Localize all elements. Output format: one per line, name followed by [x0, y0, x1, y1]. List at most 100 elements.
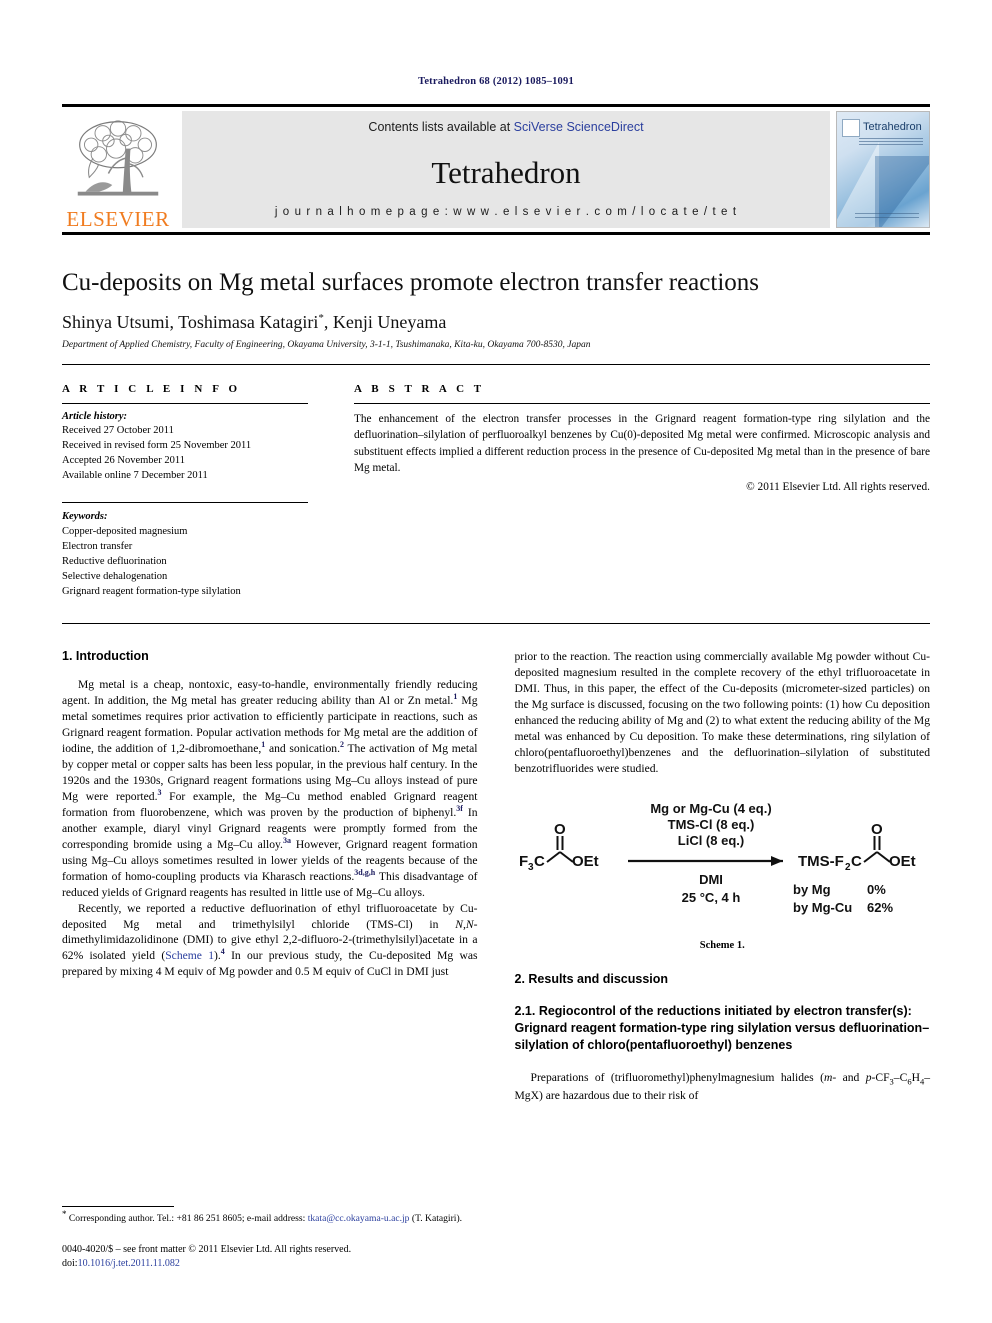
- history-item: Received 27 October 2011: [62, 425, 174, 437]
- keywords-block: Keywords: Copper-deposited magnesium Ele…: [62, 503, 308, 599]
- history-item: Received in revised form 25 November 201…: [62, 440, 252, 452]
- svg-text:OEt: OEt: [889, 853, 916, 870]
- intro-paragraph-2: Recently, we reported a reductive defluo…: [62, 901, 478, 981]
- svg-text:by Mg-Cu: by Mg-Cu: [793, 900, 852, 915]
- abstract-heading: A B S T R A C T: [354, 382, 485, 395]
- right2-text-b: - and: [832, 1070, 866, 1084]
- svg-text:O: O: [554, 821, 566, 838]
- journal-masthead: ELSEVIER Contents lists available at Sci…: [62, 104, 930, 235]
- issn-text: 0040-4020/$ – see front matter © 2011 El…: [62, 1244, 352, 1255]
- authors-tail: , Kenji Uneyama: [323, 311, 447, 332]
- footnote-rule: [62, 1206, 174, 1208]
- svg-text:TMS-F: TMS-F: [798, 853, 844, 870]
- abstract-divider: [62, 623, 930, 625]
- right-paragraph-2: Preparations of (trifluoromethyl)phenylm…: [515, 1070, 931, 1104]
- section-heading-results: 2. Results and discussion: [514, 971, 669, 986]
- scheme-1-figure: F 3 C O OEt Mg or Mg-Cu (4 eq.) TMS-Cl (…: [515, 798, 931, 951]
- journal-cover-thumbnail: Tetrahedron: [836, 111, 930, 228]
- svg-text:OEt: OEt: [572, 853, 599, 870]
- doi-line: doi:10.1016/j.tet.2011.11.082: [62, 1257, 466, 1271]
- masthead-center: Contents lists available at SciVerse Sci…: [182, 111, 830, 228]
- svg-text:C: C: [534, 853, 545, 870]
- svg-text:F: F: [519, 853, 528, 870]
- svg-text:25 °C, 4 h: 25 °C, 4 h: [681, 890, 740, 905]
- svg-text:62%: 62%: [867, 900, 893, 915]
- svg-text:by Mg: by Mg: [793, 882, 831, 897]
- scheme-1-drawing: F 3 C O OEt Mg or Mg-Cu (4 eq.) TMS-Cl (…: [519, 801, 916, 915]
- right2-text-c: -CF: [871, 1070, 890, 1084]
- corresponding-author-note: * Corresponding author. Tel.: +81 86 251…: [62, 1210, 466, 1226]
- contents-lists-line: Contents lists available at SciVerse Sci…: [368, 120, 643, 134]
- cover-footer-lines: [855, 213, 919, 221]
- cover-title: Tetrahedron: [863, 121, 922, 133]
- elsevier-wordmark: ELSEVIER: [66, 207, 170, 231]
- svg-text:O: O: [871, 821, 883, 838]
- left-column: 1. Introduction Mg metal is a cheap, non…: [62, 649, 478, 1103]
- body-columns: 1. Introduction Mg metal is a cheap, non…: [62, 649, 930, 1103]
- paper-page: Tetrahedron 68 (2012) 1085–1091 ELSEVIER…: [0, 0, 992, 1323]
- title-block: Cu-deposits on Mg metal surfaces promote…: [62, 268, 930, 350]
- journal-homepage-line[interactable]: j o u r n a l h o m e p a g e : w w w . …: [275, 206, 737, 218]
- elsevier-tree-icon: [77, 120, 159, 196]
- subsection-heading-2-1: 2.1. Regiocontrol of the reductions init…: [514, 1003, 930, 1052]
- intro-paragraph-1: Mg metal is a cheap, nontoxic, easy-to-h…: [62, 677, 478, 900]
- corresponding-email-link[interactable]: tkata@cc.okayama-u.ac.jp: [308, 1213, 410, 1224]
- section-heading-introduction: 1. Introduction: [62, 649, 149, 664]
- elsevier-badge-icon: [842, 119, 860, 137]
- footnote-zone: * Corresponding author. Tel.: +81 86 251…: [62, 1206, 466, 1271]
- keyword-item: Reductive defluorination: [62, 555, 167, 567]
- authors-main: Shinya Utsumi, Toshimasa Katagiri: [62, 311, 319, 332]
- keyword-item: Grignard reagent formation-type silylati…: [62, 585, 241, 597]
- intro2-text-a: Recently, we reported a reductive defluo…: [62, 901, 478, 931]
- footnote-text-b: (T. Katagiri).: [409, 1213, 463, 1225]
- svg-text:LiCl (8 eq.): LiCl (8 eq.): [677, 833, 743, 848]
- journal-title: Tetrahedron: [431, 154, 581, 190]
- author-list: Shinya Utsumi, Toshimasa Katagiri*, Kenj…: [62, 312, 930, 333]
- title-divider: [62, 363, 930, 365]
- keywords-label: Keywords:: [62, 511, 108, 523]
- intro-text-a: Mg metal is a cheap, nontoxic, easy-to-h…: [62, 678, 478, 708]
- doi-link[interactable]: 10.1016/j.tet.2011.11.082: [78, 1258, 180, 1269]
- right2-text-a: Preparations of (trifluoromethyl)phenylm…: [530, 1070, 824, 1084]
- history-item: Available online 7 December 2011: [62, 470, 208, 482]
- article-info-column: A R T I C L E I N F O Article history: R…: [62, 383, 308, 600]
- ref-marker-3a[interactable]: 3a: [283, 836, 291, 845]
- ref-marker-3dgh[interactable]: 3d,g,h: [354, 868, 375, 877]
- intro2-text-c: ).: [214, 949, 221, 963]
- history-item: Accepted 26 November 2011: [62, 455, 185, 467]
- ref-marker-3f[interactable]: 3f: [456, 804, 463, 813]
- abstract-copyright: © 2011 Elsevier Ltd. All rights reserved…: [746, 480, 930, 493]
- abstract-text: The enhancement of the electron transfer…: [354, 412, 930, 475]
- right-column: prior to the reaction. The reaction usin…: [515, 649, 931, 1103]
- svg-text:Mg or Mg-Cu (4 eq.): Mg or Mg-Cu (4 eq.): [650, 801, 771, 816]
- page-title: Cu-deposits on Mg metal surfaces promote…: [62, 269, 759, 296]
- svg-text:C: C: [851, 853, 862, 870]
- affiliation: Department of Applied Chemistry, Faculty…: [62, 339, 591, 350]
- article-info-heading: A R T I C L E I N F O: [62, 382, 241, 395]
- doi-label: doi:: [62, 1258, 78, 1269]
- right2-text-d: –C: [893, 1070, 908, 1084]
- right-paragraph-1: prior to the reaction. The reaction usin…: [514, 650, 931, 776]
- svg-text:DMI: DMI: [699, 872, 723, 887]
- contents-lists-prefix: Contents lists available at: [368, 120, 514, 134]
- article-history-label: Article history:: [62, 410, 128, 422]
- keyword-item: Selective dehalogenation: [62, 570, 168, 582]
- issn-copyright-line: 0040-4020/$ – see front matter © 2011 El…: [62, 1243, 466, 1271]
- keyword-item: Electron transfer: [62, 540, 133, 552]
- cover-subtitle-lines: [859, 138, 923, 145]
- sciencedirect-link[interactable]: SciVerse ScienceDirect: [514, 120, 644, 134]
- svg-text:TMS-Cl (8 eq.): TMS-Cl (8 eq.): [667, 817, 754, 832]
- info-abstract-area: A R T I C L E I N F O Article history: R…: [62, 383, 930, 600]
- scheme-1-link[interactable]: Scheme 1: [165, 949, 214, 962]
- elsevier-logo: ELSEVIER: [62, 107, 174, 232]
- footnote-text-a: Corresponding author. Tel.: +81 86 251 8…: [66, 1213, 308, 1225]
- abstract-column: A B S T R A C T The enhancement of the e…: [354, 383, 930, 600]
- right2-text-e: H: [911, 1070, 920, 1084]
- intro-text-c: and sonication.: [265, 742, 340, 756]
- keyword-item: Copper-deposited magnesium: [62, 525, 188, 537]
- intro2-italic-nn: N,N: [455, 917, 474, 931]
- running-head: Tetrahedron 68 (2012) 1085–1091: [418, 76, 574, 87]
- svg-text:0%: 0%: [867, 882, 886, 897]
- article-history-block: Article history: Received 27 October 201…: [62, 404, 308, 485]
- scheme-1-caption: Scheme 1.: [699, 939, 745, 951]
